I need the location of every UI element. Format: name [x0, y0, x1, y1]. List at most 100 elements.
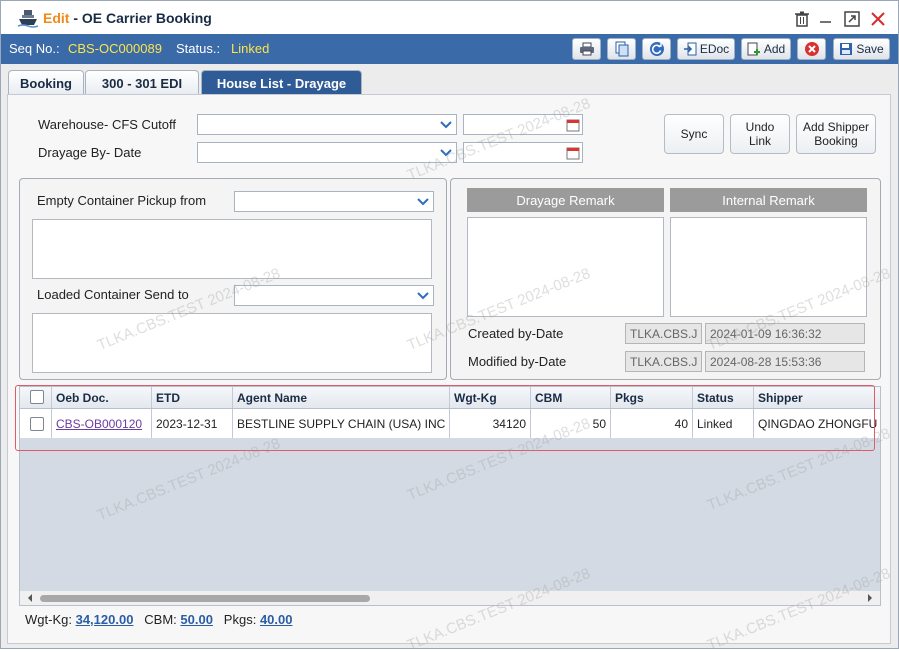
seq-label: Seq No.:	[9, 41, 60, 56]
drayage-remark-text[interactable]	[467, 217, 664, 317]
edoc-label: EDoc	[699, 42, 730, 56]
row-doc-link[interactable]: CBS-OB000120	[52, 409, 152, 438]
col-shipper[interactable]: Shipper	[754, 387, 880, 408]
total-wgt-label: Wgt-Kg:	[25, 612, 72, 627]
created-label: Created by-Date	[468, 326, 564, 341]
info-bar: Seq No.: CBS-OC000089 Status.: Linked ED…	[1, 34, 898, 64]
drayage-by-date[interactable]	[463, 142, 583, 163]
warehouse-cutoff-select[interactable]	[197, 114, 457, 135]
undo-link-button[interactable]: Undo Link	[730, 114, 790, 154]
seq-value: CBS-OC000089	[68, 41, 162, 56]
title-mode: Edit	[43, 10, 70, 26]
internal-remark-header: Internal Remark	[670, 188, 867, 212]
minimize-icon[interactable]	[817, 10, 835, 28]
house-list-grid: Oeb Doc. ETD Agent Name Wgt-Kg CBM Pkgs …	[19, 386, 881, 606]
row-status: Linked	[693, 409, 754, 438]
printer-icon	[579, 42, 594, 56]
chevron-down-icon	[440, 149, 452, 157]
refresh-icon	[649, 42, 664, 56]
warehouse-cutoff-label: Warehouse- CFS Cutoff	[38, 117, 176, 132]
scroll-left-icon[interactable]	[26, 593, 34, 603]
calendar-icon[interactable]	[566, 146, 580, 160]
row-etd: 2023-12-31	[152, 409, 233, 438]
title-name: OE Carrier Booking	[81, 10, 212, 26]
select-all-cell	[20, 387, 52, 408]
window-title: Edit - OE Carrier Booking	[43, 10, 212, 26]
drayage-by-select[interactable]	[197, 142, 457, 163]
tab-booking[interactable]: Booking	[8, 70, 84, 95]
row-pkgs: 40	[611, 409, 693, 438]
save-button[interactable]: Save	[833, 38, 890, 60]
modified-date: 2024-08-28 15:53:36	[705, 351, 865, 372]
total-cbm-value[interactable]: 50.00	[180, 612, 213, 627]
ship-icon	[17, 10, 39, 28]
delete-button[interactable]	[797, 38, 826, 60]
close-icon[interactable]	[869, 10, 887, 28]
row-wgt: 34120	[450, 409, 531, 438]
chevron-down-icon	[440, 121, 452, 129]
save-label: Save	[856, 42, 884, 56]
refresh-button[interactable]	[642, 38, 671, 60]
empty-pickup-select[interactable]	[234, 191, 434, 212]
modified-by: TLKA.CBS.J	[625, 351, 702, 372]
col-status[interactable]: Status	[693, 387, 754, 408]
calendar-icon[interactable]	[566, 118, 580, 132]
total-pkgs-value[interactable]: 40.00	[260, 612, 293, 627]
add-shipper-booking-button[interactable]: Add Shipper Booking	[796, 114, 876, 154]
table-row[interactable]: CBS-OB000120 2023-12-31 BESTLINE SUPPLY …	[20, 409, 880, 439]
add-label: Add	[763, 42, 786, 56]
status-label: Status.:	[176, 41, 221, 56]
drayage-remark-header: Drayage Remark	[467, 188, 664, 212]
col-oeb-doc[interactable]: Oeb Doc.	[52, 387, 152, 408]
tab-house-list-drayage[interactable]: House List - Drayage	[201, 70, 362, 95]
drayage-by-date-label: Drayage By- Date	[38, 145, 142, 160]
row-checkbox[interactable]	[30, 417, 44, 431]
trash-icon[interactable]	[793, 10, 811, 28]
empty-pickup-address[interactable]	[32, 219, 432, 279]
title-bar: Edit - OE Carrier Booking	[1, 1, 898, 34]
scroll-thumb[interactable]	[40, 595, 370, 602]
edoc-button[interactable]: EDoc	[677, 38, 735, 60]
scroll-right-icon[interactable]	[866, 593, 874, 603]
horizontal-scrollbar[interactable]	[20, 591, 880, 605]
tab-edi[interactable]: 300 - 301 EDI	[85, 70, 199, 95]
col-pkgs[interactable]: Pkgs	[611, 387, 693, 408]
modified-label: Modified by-Date	[468, 354, 567, 369]
grid-header: Oeb Doc. ETD Agent Name Wgt-Kg CBM Pkgs …	[20, 387, 880, 409]
status-value: Linked	[231, 41, 270, 56]
sync-button[interactable]: Sync	[664, 114, 724, 154]
empty-pickup-label: Empty Container Pickup from	[37, 193, 207, 208]
attach-doc-icon	[683, 42, 697, 56]
row-shipper: QINGDAO ZHONGFU	[758, 417, 878, 431]
add-button[interactable]: Add	[741, 38, 791, 60]
chevron-down-icon	[417, 198, 429, 206]
print-button[interactable]	[572, 38, 601, 60]
total-cbm-label: CBM:	[144, 612, 177, 627]
loaded-send-label: Loaded Container Send to	[37, 287, 189, 302]
copy-icon	[615, 41, 628, 57]
loaded-send-address[interactable]	[32, 313, 432, 373]
created-by: TLKA.CBS.J	[625, 323, 702, 344]
row-cbm: 50	[531, 409, 611, 438]
total-wgt-value[interactable]: 34,120.00	[76, 612, 134, 627]
chevron-down-icon	[417, 292, 429, 300]
col-cbm[interactable]: CBM	[531, 387, 611, 408]
warehouse-cutoff-date[interactable]	[463, 114, 583, 135]
internal-remark-text[interactable]	[670, 217, 867, 317]
col-agent-name[interactable]: Agent Name	[233, 387, 450, 408]
col-etd[interactable]: ETD	[152, 387, 233, 408]
copy-button[interactable]	[607, 38, 636, 60]
row-agent: BESTLINE SUPPLY CHAIN (USA) INC	[233, 409, 450, 438]
col-wgt-kg[interactable]: Wgt-Kg	[450, 387, 531, 408]
row-select-cell	[20, 409, 52, 438]
totals-bar: Wgt-Kg: 34,120.00 CBM: 50.00 Pkgs: 40.00	[25, 612, 292, 627]
select-all-checkbox[interactable]	[30, 390, 44, 404]
floppy-icon	[840, 43, 853, 55]
cancel-icon	[804, 42, 819, 56]
maximize-icon[interactable]	[843, 10, 861, 28]
loaded-send-select[interactable]	[234, 285, 434, 306]
total-pkgs-label: Pkgs:	[223, 612, 257, 627]
oe-carrier-booking-window: Edit - OE Carrier Booking Seq No.: CBS-O…	[0, 0, 899, 654]
created-date: 2024-01-09 16:36:32	[705, 323, 865, 344]
title-separator: -	[69, 10, 82, 26]
